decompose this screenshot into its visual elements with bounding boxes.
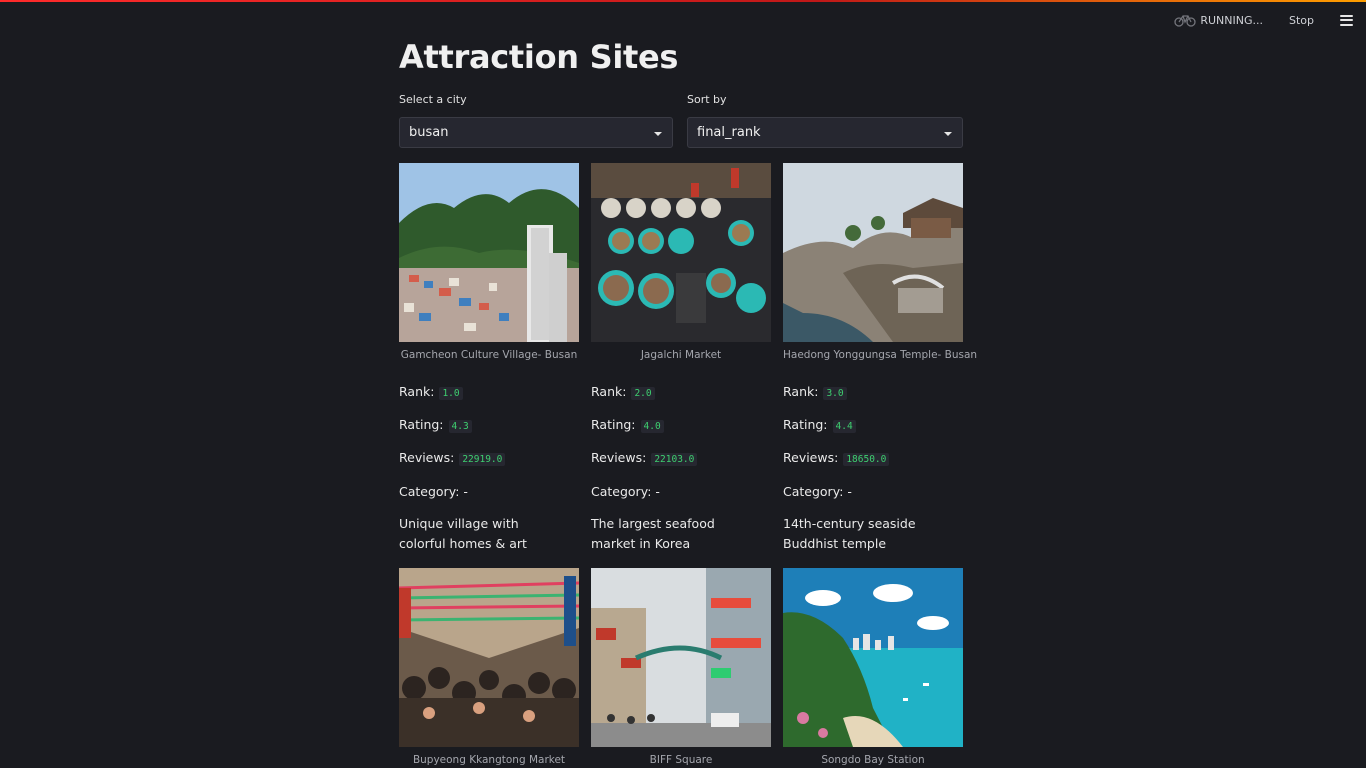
rank-value: 3.0 bbox=[823, 387, 847, 400]
chevron-down-icon bbox=[654, 132, 662, 136]
attraction-card: Bupyeong Kkangtong Market bbox=[398, 568, 580, 766]
running-status: RUNNING... bbox=[1200, 13, 1263, 27]
attraction-name: BIFF Square bbox=[649, 754, 713, 766]
reviews-value: 22103.0 bbox=[651, 453, 698, 466]
rank-field: Rank: 1.0 bbox=[399, 384, 463, 400]
attraction-card: Songdo Bay Station bbox=[783, 568, 963, 766]
running-bike-icon bbox=[1174, 15, 1196, 27]
city-select[interactable]: busan bbox=[399, 117, 673, 148]
reviews-label: Reviews: bbox=[783, 450, 839, 465]
rank-field: Rank: 2.0 bbox=[591, 384, 655, 400]
sort-select-value: final_rank bbox=[697, 125, 761, 140]
attraction-description: The largest seafood market in Korea bbox=[591, 516, 715, 551]
hamburger-menu-icon[interactable] bbox=[1340, 14, 1353, 26]
rating-label: Rating: bbox=[591, 417, 636, 432]
reviews-label: Reviews: bbox=[591, 450, 647, 465]
reviews-label: Reviews: bbox=[399, 450, 455, 465]
attraction-card: BIFF Square bbox=[591, 568, 771, 766]
page-title: Attraction Sites bbox=[399, 38, 679, 76]
stop-button[interactable]: Stop bbox=[1289, 14, 1314, 27]
chevron-down-icon bbox=[944, 132, 952, 136]
rating-label: Rating: bbox=[399, 417, 444, 432]
attraction-photo bbox=[783, 163, 963, 342]
attraction-name: Haedong Yonggungsa Temple- Busan bbox=[783, 349, 978, 361]
city-select-value: busan bbox=[409, 125, 449, 140]
rating-field: Rating: 4.4 bbox=[783, 417, 856, 433]
rating-value: 4.4 bbox=[832, 420, 856, 433]
city-select-label: Select a city bbox=[399, 93, 467, 106]
sort-select-label: Sort by bbox=[687, 93, 727, 106]
attraction-card: Gamcheon Culture Village- Busan Rank: 1.0… bbox=[399, 163, 579, 551]
sort-select[interactable]: final_rank bbox=[687, 117, 963, 148]
rank-value: 1.0 bbox=[439, 387, 463, 400]
attraction-card: Jagalchi Market Rank: 2.0 Rating: 4.0 Revi… bbox=[591, 163, 771, 551]
attraction-description: Unique village with colorful homes & art bbox=[399, 516, 527, 551]
top-progress-bar bbox=[0, 0, 1366, 2]
category-field: Category: - bbox=[399, 484, 468, 499]
rating-field: Rating: 4.3 bbox=[399, 417, 472, 433]
rating-label: Rating: bbox=[783, 417, 828, 432]
reviews-value: 22919.0 bbox=[459, 453, 506, 466]
attraction-photo bbox=[399, 163, 579, 342]
attraction-name: Gamcheon Culture Village- Busan bbox=[400, 349, 578, 361]
rank-label: Rank: bbox=[783, 384, 819, 399]
attraction-description: 14th-century seaside Buddhist temple bbox=[783, 516, 916, 551]
attraction-name: Jagalchi Market bbox=[640, 349, 722, 361]
rank-value: 2.0 bbox=[631, 387, 655, 400]
rank-field: Rank: 3.0 bbox=[783, 384, 847, 400]
attraction-photo bbox=[783, 568, 963, 747]
reviews-field: Reviews: 22103.0 bbox=[591, 450, 698, 466]
category-field: Category: - bbox=[783, 484, 852, 499]
attraction-name: Songdo Bay Station bbox=[821, 754, 925, 766]
reviews-field: Reviews: 18650.0 bbox=[783, 450, 890, 466]
reviews-field: Reviews: 22919.0 bbox=[399, 450, 506, 466]
reviews-value: 18650.0 bbox=[843, 453, 890, 466]
rating-value: 4.3 bbox=[448, 420, 472, 433]
attraction-photo bbox=[398, 568, 580, 747]
rating-value: 4.0 bbox=[640, 420, 664, 433]
attraction-name: Bupyeong Kkangtong Market bbox=[412, 754, 566, 766]
rating-field: Rating: 4.0 bbox=[591, 417, 664, 433]
attraction-photo bbox=[591, 163, 771, 342]
category-field: Category: - bbox=[591, 484, 660, 499]
attraction-card: Haedong Yonggungsa Temple- Busan Rank: 3.… bbox=[783, 163, 977, 551]
status-widget: RUNNING... Stop bbox=[1174, 12, 1366, 28]
rank-label: Rank: bbox=[591, 384, 627, 399]
rank-label: Rank: bbox=[399, 384, 435, 399]
attraction-photo bbox=[591, 568, 771, 747]
